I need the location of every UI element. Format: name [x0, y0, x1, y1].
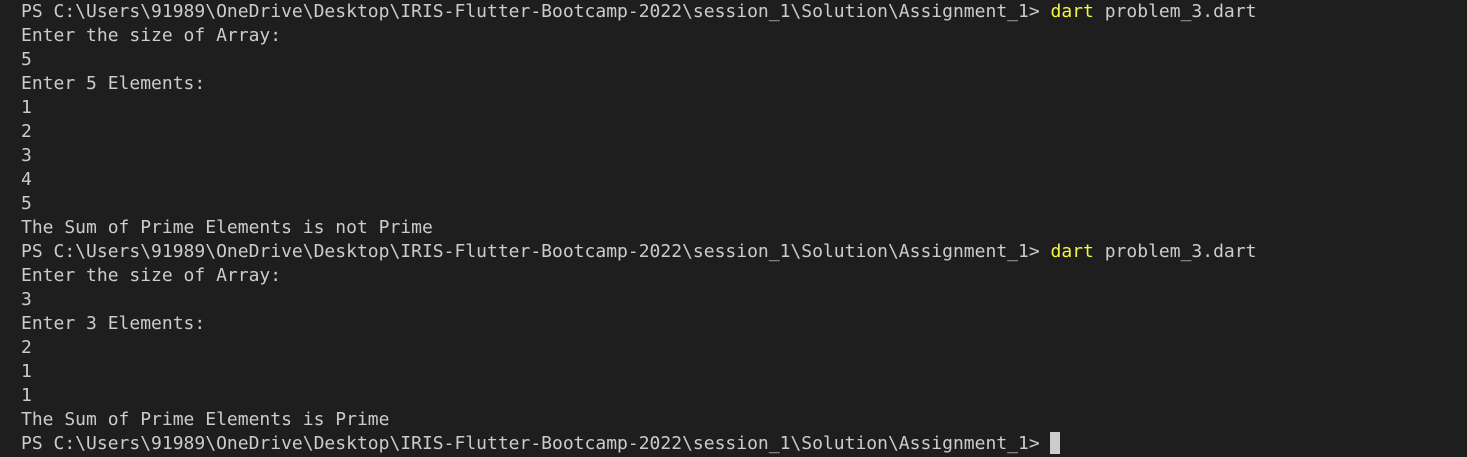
terminal-output[interactable]: PS C:\Users\91989\OneDrive\Desktop\IRIS-… — [0, 0, 1467, 457]
text-cursor — [1049, 432, 1060, 454]
prompt-path: PS C:\Users\91989\OneDrive\Desktop\IRIS-… — [21, 433, 1040, 454]
output-line: 2 — [21, 121, 32, 142]
active-prompt-line[interactable]: PS C:\Users\91989\OneDrive\Desktop\IRIS-… — [21, 432, 1467, 456]
command-args: problem_3.dart — [1104, 241, 1257, 262]
command-name: dart — [1050, 241, 1094, 262]
output-line: Enter 3 Elements: — [21, 313, 206, 334]
output-line: 5 — [21, 193, 32, 214]
output-line: The Sum of Prime Elements is not Prime — [21, 217, 433, 238]
prompt-path: PS C:\Users\91989\OneDrive\Desktop\IRIS-… — [21, 241, 1040, 262]
output-line: 5 — [21, 49, 32, 70]
command-args: problem_3.dart — [1104, 1, 1257, 22]
output-line: 1 — [21, 361, 32, 382]
output-line: The Sum of Prime Elements is Prime — [21, 409, 390, 430]
prompt-path: PS C:\Users\91989\OneDrive\Desktop\IRIS-… — [21, 1, 1040, 22]
output-line: 1 — [21, 97, 32, 118]
output-line: Enter 5 Elements: — [21, 73, 206, 94]
output-line: 2 — [21, 337, 32, 358]
prompt-line: PS C:\Users\91989\OneDrive\Desktop\IRIS-… — [21, 0, 1467, 24]
output-line: Enter the size of Array: — [21, 265, 282, 286]
output-line: 1 — [21, 385, 32, 406]
output-line: Enter the size of Array: — [21, 25, 282, 46]
output-line: 3 — [21, 145, 32, 166]
output-line: 4 — [21, 169, 32, 190]
command-name: dart — [1050, 1, 1094, 22]
output-line: 3 — [21, 289, 32, 310]
prompt-line: PS C:\Users\91989\OneDrive\Desktop\IRIS-… — [21, 240, 1467, 264]
